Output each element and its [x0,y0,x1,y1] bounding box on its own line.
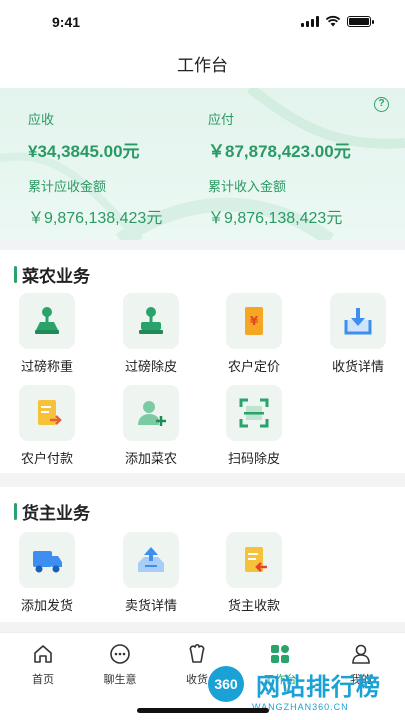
cumulative-receivable-value: ￥9,876,138,423元 [28,210,163,227]
receivable-stat: 应收 ¥34,3845.00元 [28,109,140,162]
tile-label: 卖货详情 [124,598,177,613]
status-bar: 9:41 [0,0,405,44]
collect-doc-icon [245,547,267,572]
tile-label: 收货详情 [331,359,384,374]
tile-label: 过磅称重 [20,359,73,374]
payable-stat: 应付 ￥87,878,423.00元 [208,109,351,162]
tile-icon-box [19,293,75,349]
tile-label: 农户付款 [20,451,73,466]
tile-weigh[interactable]: 过磅称重 [2,293,92,375]
tile-icon-box [226,385,282,441]
cumulative-income-value: ￥9,876,138,423元 [208,210,343,227]
price-tag-icon: ¥ [245,307,263,335]
chat-icon [110,644,130,664]
battery-icon [347,15,374,27]
user-icon [352,644,370,664]
tile-label: 添加发货 [20,598,73,613]
watermark-badge: 360 [208,666,244,702]
cellular-signal-icon [301,15,319,27]
tile-add-farmer[interactable]: 添加菜农 [106,385,196,467]
shipper-business-section: 货主业务 添加发货 卖货详情 货主收款 [0,487,405,622]
cumulative-receivable-label: 累计应收金额 [28,179,107,194]
tile-tare[interactable]: 过磅除皮 [106,293,196,375]
tab-chat[interactable]: 聊生意 [80,643,160,687]
tile-label: 农户定价 [227,359,280,374]
tile-icon-box: ¥ [226,293,282,349]
payable-value: ￥87,878,423.00元 [208,142,351,161]
tile-add-shipment[interactable]: 添加发货 [2,532,92,614]
tile-icon-box [19,532,75,588]
farmer-business-section: 菜农业务 过磅称重 过磅除皮 ¥ 农户定价 收货详情 农户付款 添加菜农 扫码除… [0,250,405,473]
receive-download-icon [344,308,372,335]
home-icon [34,645,52,663]
svg-text:¥: ¥ [250,314,259,328]
summary-panel: ? 应收 ¥34,3845.00元 应付 ￥87,878,423.00元 累计应… [0,88,405,240]
payable-label: 应付 [208,112,235,127]
tile-scan-tare[interactable]: 扫码除皮 [209,385,299,467]
tile-receive-detail[interactable]: 收货详情 [313,293,403,375]
tile-icon-box [123,385,179,441]
truck-icon [33,551,62,573]
help-icon[interactable]: ? [374,97,389,112]
status-icons [301,15,374,27]
tile-label: 添加菜农 [124,451,177,466]
tile-icon-box [330,293,386,349]
tab-home[interactable]: 首页 [3,643,83,687]
tile-farmer-payment[interactable]: 农户付款 [2,385,92,467]
add-user-icon [138,401,166,426]
receivable-value: ¥34,3845.00元 [28,142,140,161]
tab-label: 聊生意 [103,674,137,686]
tile-label: 货主收款 [227,598,280,613]
workbench-icon [271,645,289,663]
produce-icon [189,643,205,663]
tile-icon-box [19,385,75,441]
tile-icon-box [123,293,179,349]
scan-code-icon [239,398,269,428]
cumulative-receivable-stat: 累计应收金额 ￥9,876,138,423元 [28,176,162,228]
tile-sales-detail[interactable]: 卖货详情 [106,532,196,614]
section-title: 菜农业务 [14,262,90,287]
scale-tare-icon [139,307,163,334]
tile-pricing[interactable]: ¥ 农户定价 [209,293,299,375]
tile-shipper-collect[interactable]: 货主收款 [209,532,299,614]
cumulative-income-label: 累计收入金额 [208,179,287,194]
upload-tray-icon [138,547,164,572]
nav-bar: 工作台 [0,44,405,88]
page-title: 工作台 [177,56,228,75]
status-time: 9:41 [52,14,81,30]
tile-label: 扫码除皮 [227,451,280,466]
wifi-icon [325,15,341,27]
tile-icon-box [123,532,179,588]
scale-weigh-icon [35,307,59,334]
receivable-label: 应收 [28,112,55,127]
payment-doc-icon [38,400,62,425]
cumulative-income-stat: 累计收入金额 ￥9,876,138,423元 [208,176,342,228]
tile-label: 过磅除皮 [124,359,177,374]
tab-label: 首页 [32,674,54,686]
home-indicator[interactable] [137,708,269,713]
watermark-text: 网站排行榜 [256,674,381,701]
tile-icon-box [226,532,282,588]
section-title: 货主业务 [14,499,90,524]
